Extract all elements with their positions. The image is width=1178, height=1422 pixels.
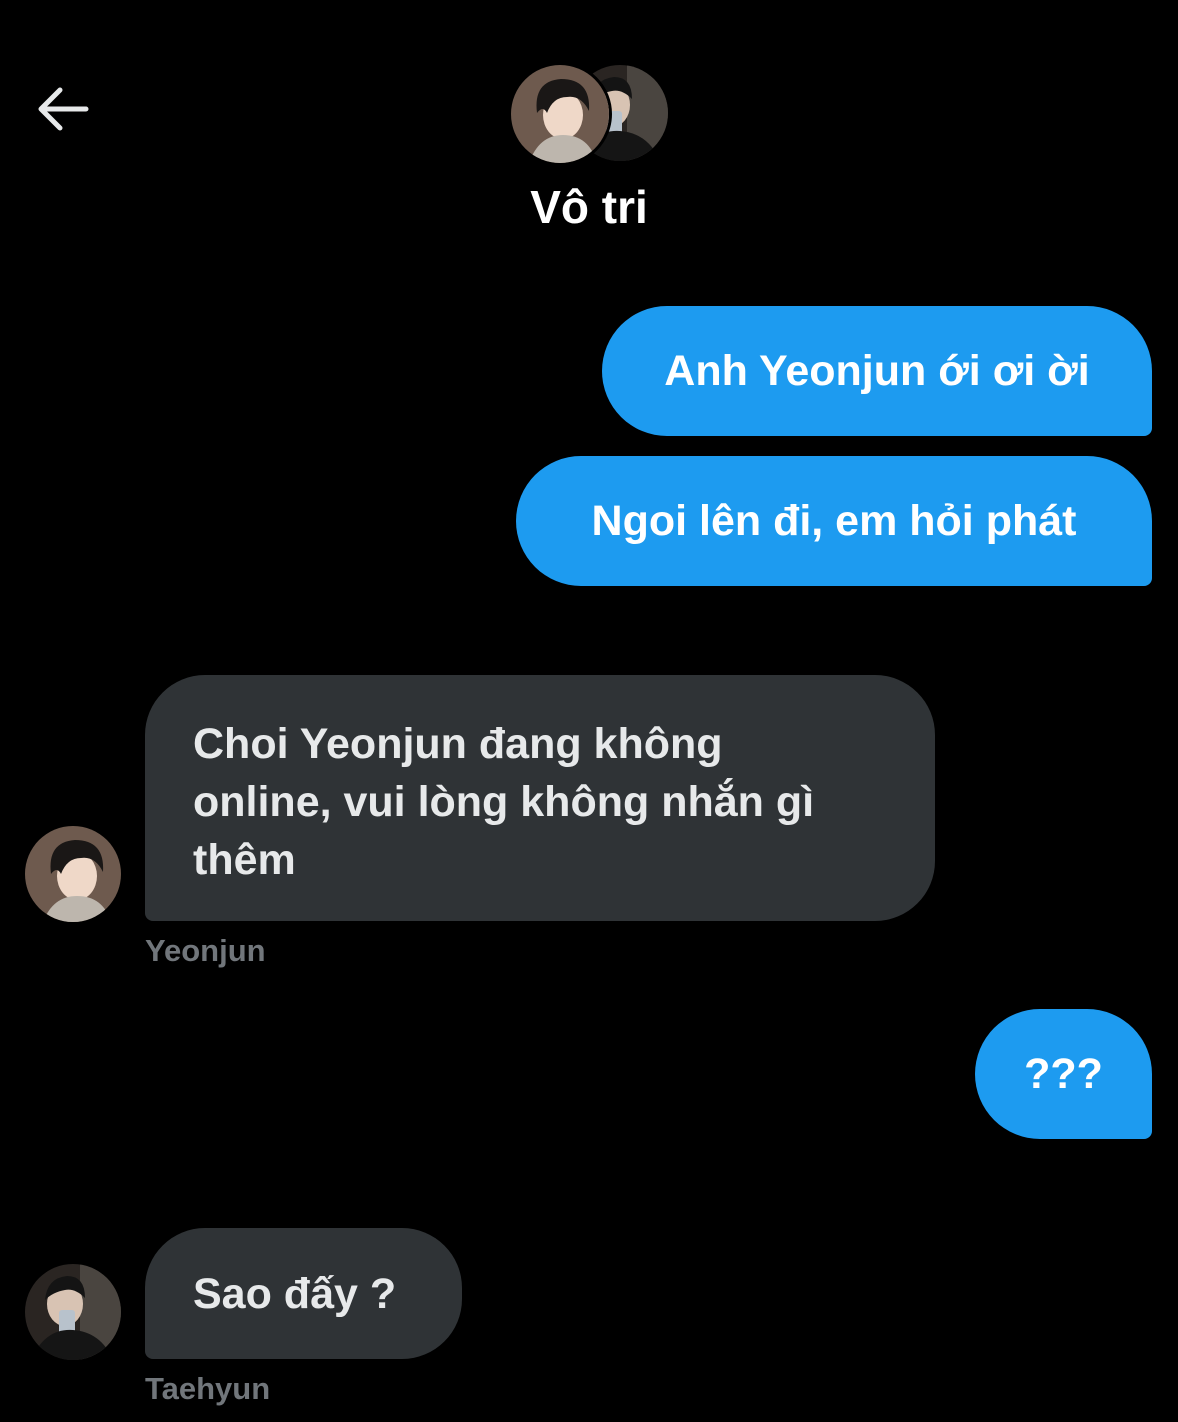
message-text-line: Choi Yeonjun đang không [193, 720, 723, 768]
sender-avatar[interactable] [25, 1264, 121, 1360]
message-text: Sao đấy ? [193, 1269, 397, 1318]
message-text: Ngoi lên đi, em hỏi phát [591, 497, 1077, 545]
sender-avatar[interactable] [25, 826, 121, 922]
message-text: Anh Yeonjun ới ơi ời [664, 347, 1090, 395]
message-bubble-outgoing[interactable]: Ngoi lên đi, em hỏi phát [516, 456, 1152, 586]
sender-name: Taehyun [145, 1371, 271, 1406]
arrow-left-icon [34, 84, 90, 139]
message-text: ??? [1024, 1050, 1103, 1098]
message-text-line: online, vui lòng không nhắn gì [193, 778, 815, 826]
conversation-title: Vô tri [530, 181, 648, 233]
group-member-avatar [508, 62, 612, 166]
back-button[interactable] [30, 82, 94, 140]
message-text-line: thêm [193, 836, 296, 884]
message-bubble-incoming[interactable]: Choi Yeonjun đang không online, vui lòng… [145, 675, 935, 921]
message-bubble-outgoing[interactable]: ??? [975, 1009, 1152, 1139]
message-bubble-incoming[interactable]: Sao đấy ? [145, 1228, 462, 1359]
message-bubble-outgoing[interactable]: Anh Yeonjun ới ơi ời [602, 306, 1152, 436]
sender-name: Yeonjun [145, 933, 266, 968]
group-avatars[interactable] [508, 62, 670, 166]
